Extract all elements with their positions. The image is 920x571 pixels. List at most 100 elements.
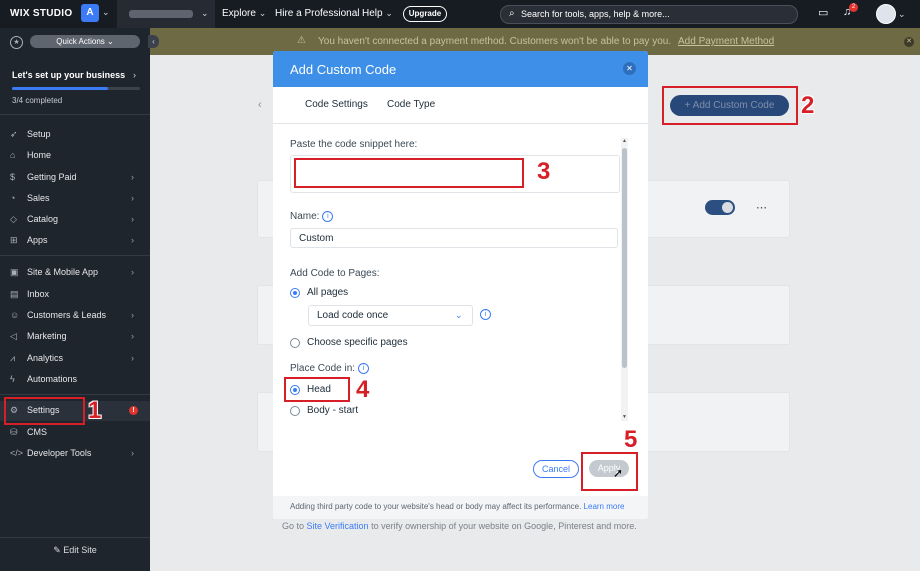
star-icon[interactable]: ★ — [10, 36, 23, 49]
chevron-down-icon[interactable]: ⌄ — [898, 9, 906, 20]
divider — [0, 394, 150, 395]
load-code-value: Load code once — [317, 310, 389, 321]
tab-code-settings[interactable]: Code Settings — [305, 99, 368, 110]
setup-title[interactable]: Let's set up your business — [12, 70, 125, 80]
specific-pages-label[interactable]: Choose specific pages — [307, 337, 408, 348]
sidebar-item-home[interactable]: ⌂ Home — [0, 146, 150, 166]
sales-icon: ◔ — [10, 193, 16, 203]
search-input[interactable]: ⌕ Search for tools, apps, help & more... — [500, 5, 798, 24]
quick-actions-button[interactable]: Quick Actions ⌄ — [30, 35, 140, 48]
nav-help[interactable]: Help ⌄ — [362, 8, 393, 19]
tab-code-type[interactable]: Code Type — [387, 99, 435, 110]
callout-box-head — [284, 377, 350, 402]
chevron-down-icon: ⌄ — [385, 8, 393, 18]
automation-icon: ϟ — [10, 374, 15, 384]
upgrade-button[interactable]: Upgrade — [403, 6, 447, 22]
divider — [0, 255, 150, 256]
site-selector[interactable]: ⌄ — [117, 0, 215, 28]
code-toggle[interactable] — [705, 200, 735, 215]
chevron-right-icon: › — [131, 172, 134, 182]
body-start-label[interactable]: Body - start — [307, 405, 358, 416]
nav-explore[interactable]: Explore ⌄ — [222, 8, 266, 19]
sidebar-item-label: Setup — [27, 129, 51, 139]
edit-site-label: Edit Site — [63, 545, 97, 555]
sidebar-item-catalog[interactable]: ◇ Catalog › — [0, 210, 150, 230]
nav-hire-professional[interactable]: Hire a Professional — [275, 8, 359, 19]
callout-number: 3 — [537, 158, 551, 185]
add-payment-method-link[interactable]: Add Payment Method — [678, 36, 774, 47]
scroll-down-icon[interactable]: ▼ — [621, 414, 628, 420]
profile-avatar[interactable] — [876, 4, 896, 24]
sidebar: ★ Quick Actions ⌄ Let's set up your busi… — [0, 28, 150, 571]
chevron-down-icon[interactable]: ⌄ — [102, 7, 110, 18]
sidebar-item-site-mobile-app[interactable]: ▣ Site & Mobile App › — [0, 263, 150, 283]
sidebar-item-setup[interactable]: ➶ Setup — [0, 125, 150, 145]
callout-box-snippet — [294, 158, 524, 188]
collapse-sidebar-icon[interactable]: ‹ — [148, 35, 159, 48]
site-verification-link[interactable]: Site Verification — [307, 521, 369, 531]
pencil-icon: ✎ — [53, 545, 61, 555]
chevron-right-icon: › — [131, 214, 134, 224]
learn-more-link[interactable]: Learn more — [584, 502, 625, 511]
close-icon[interactable]: ✕ — [904, 37, 914, 47]
edit-site-button[interactable]: ✎ Edit Site — [0, 545, 150, 565]
sidebar-item-label: Home — [27, 150, 52, 160]
sidebar-item-analytics[interactable]: ⩘ Analytics › — [0, 349, 150, 369]
site-verification-bullet: Go to Site Verification to verify owners… — [282, 521, 637, 531]
footer-text: Adding third party code to your website'… — [290, 502, 625, 511]
setup-progress-bar — [12, 87, 140, 90]
sidebar-item-label: Marketing — [27, 331, 67, 341]
dollar-icon: $ — [10, 172, 16, 182]
cancel-button[interactable]: Cancel — [533, 460, 579, 478]
sidebar-item-inbox[interactable]: ▤ Inbox — [0, 285, 150, 305]
all-pages-label[interactable]: All pages — [307, 287, 348, 298]
callout-box-add-custom-code — [662, 86, 798, 125]
sidebar-item-developer-tools[interactable]: </> Developer Tools › — [0, 444, 150, 464]
scroll-up-icon[interactable]: ▲ — [621, 138, 628, 144]
specific-pages-radio[interactable] — [290, 338, 300, 348]
sidebar-item-automations[interactable]: ϟ Automations — [0, 370, 150, 390]
sidebar-item-marketing[interactable]: ◁ Marketing › — [0, 327, 150, 347]
dialog-header: Add Custom Code ✕ — [273, 51, 648, 87]
chevron-right-icon: › — [131, 353, 134, 363]
toggle-knob — [722, 202, 733, 213]
megaphone-icon: ◁ — [10, 331, 17, 341]
sidebar-item-apps[interactable]: ⊞ Apps › — [0, 231, 150, 251]
sidebar-item-label: Customers & Leads — [27, 310, 107, 320]
sidebar-item-sales[interactable]: ◔ Sales › — [0, 189, 150, 209]
chevron-down-icon: ⌄ — [201, 8, 209, 18]
sidebar-item-cms[interactable]: ⛁ CMS — [0, 423, 150, 443]
messages-icon[interactable]: ▭ — [818, 6, 828, 19]
top-bar: WIX STUDIO A ⌄ ⌄ Explore ⌄ Hire a Profes… — [0, 0, 920, 28]
name-input[interactable]: Custom — [290, 228, 618, 248]
callout-box-apply — [581, 452, 638, 491]
sidebar-item-getting-paid[interactable]: $ Getting Paid › — [0, 168, 150, 188]
rocket-icon: ➶ — [10, 129, 18, 139]
scroll-thumb[interactable] — [622, 148, 627, 368]
divider — [0, 537, 150, 538]
sidebar-item-customers-leads[interactable]: ☺ Customers & Leads › — [0, 306, 150, 326]
info-icon[interactable]: i — [322, 211, 334, 222]
home-icon: ⌂ — [10, 150, 16, 160]
back-arrow-icon[interactable]: ‹ — [258, 99, 262, 111]
chevron-down-icon: ⌄ — [455, 310, 463, 320]
callout-number: 1 — [88, 397, 102, 424]
more-icon[interactable]: ⋯ — [756, 201, 767, 214]
body-start-radio[interactable] — [290, 406, 300, 416]
dialog-scrollbar[interactable]: ▲ ▼ — [621, 138, 628, 421]
warning-icon: ! — [129, 406, 138, 415]
wix-studio-logo[interactable]: WIX STUDIO — [10, 8, 72, 19]
chevron-right-icon: › — [131, 310, 134, 320]
load-code-select[interactable]: Load code once ⌄ — [308, 305, 473, 326]
close-icon[interactable]: ✕ — [623, 62, 636, 75]
sidebar-item-label: Inbox — [27, 289, 50, 299]
chevron-right-icon: › — [131, 331, 134, 341]
site-name-blurred — [129, 10, 193, 18]
workspace-avatar[interactable]: A — [81, 4, 99, 22]
info-icon[interactable]: i — [358, 363, 370, 374]
all-pages-radio[interactable] — [290, 288, 300, 298]
callout-number: 2 — [801, 92, 815, 119]
sidebar-item-label: Automations — [27, 374, 78, 384]
info-icon[interactable]: i — [480, 309, 491, 320]
chevron-right-icon[interactable]: › — [133, 70, 136, 80]
